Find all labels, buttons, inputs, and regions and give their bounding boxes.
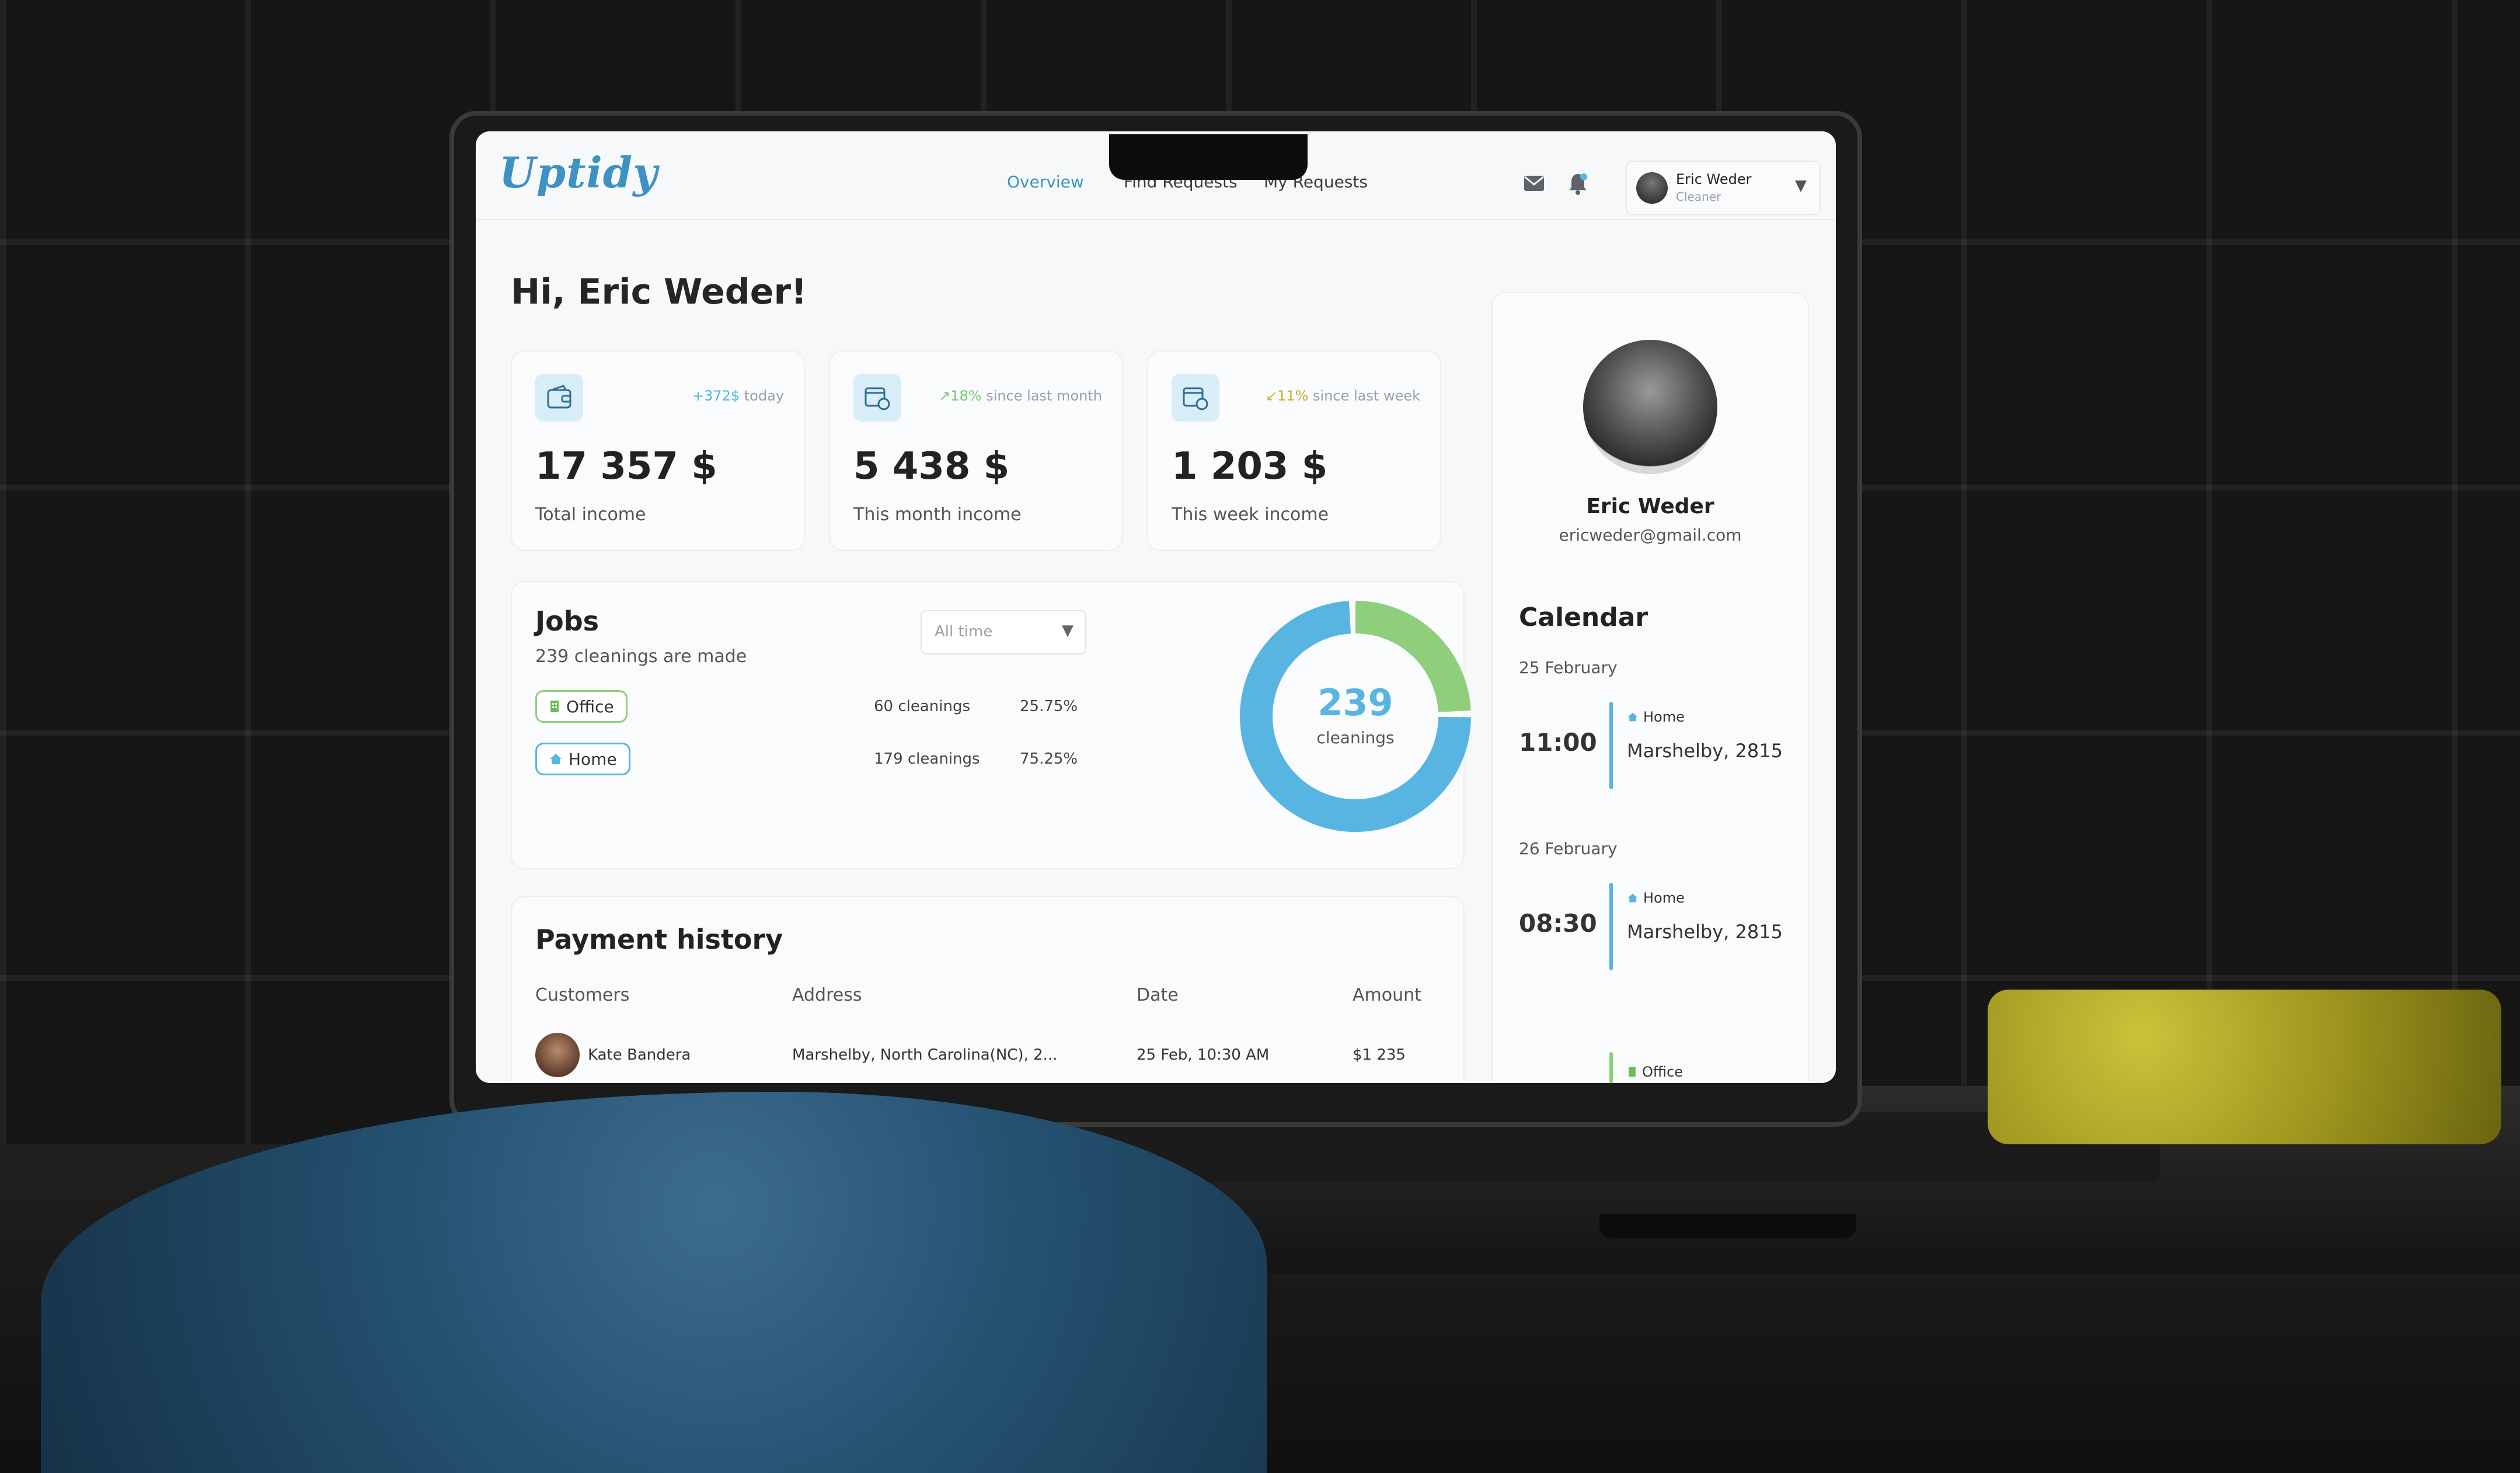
donut-total: 239 — [1317, 681, 1393, 724]
event-indicator — [1609, 883, 1613, 970]
tag-home[interactable]: Home — [535, 743, 630, 775]
payment-history-title: Payment history — [535, 924, 783, 955]
jobs-title: Jobs — [535, 605, 599, 637]
stat-value: 1 203 $ — [1172, 445, 1328, 488]
yellow-sponge — [1988, 990, 2501, 1144]
camera-notch — [1109, 134, 1308, 180]
home-icon — [550, 754, 562, 764]
laptop-foot — [1599, 1214, 1856, 1238]
user-role: Cleaner — [1676, 190, 1721, 204]
event-time: 08:30 — [1519, 909, 1597, 938]
customer-name[interactable]: Kate Bandera — [588, 1046, 691, 1064]
calendar-date: 26 February — [1519, 839, 1618, 858]
customer-avatar — [535, 1033, 580, 1077]
customer-address: Marshelby, North Carolina(NC), 2... — [792, 1046, 1058, 1064]
user-name: Eric Weder — [1676, 171, 1752, 187]
app-logo[interactable]: Uptidy — [499, 148, 658, 197]
time-filter-value: All time — [935, 623, 993, 640]
event-time: 11:00 — [1519, 728, 1597, 757]
home-percent: 75.25% — [1020, 750, 1078, 768]
stat-label: Total income — [535, 504, 646, 525]
profile-email: ericweder@gmail.com — [1559, 525, 1742, 545]
event-type[interactable]: Home — [1627, 890, 1685, 906]
office-percent: 25.75% — [1020, 698, 1078, 715]
stat-delta: ↙11% since last week — [1265, 388, 1420, 404]
stat-value: 17 357 $ — [535, 445, 717, 488]
profile-name: Eric Weder — [1586, 495, 1714, 518]
stat-card-total-income: +372$ today 17 357 $ Total income — [511, 350, 805, 551]
column-header-date[interactable]: Date — [1137, 985, 1179, 1005]
page-greeting: Hi, Eric Weder! — [511, 271, 807, 312]
stat-value: 5 438 $ — [853, 445, 1010, 488]
user-avatar-small — [1636, 172, 1668, 204]
stat-delta: ↗18% since last month — [939, 388, 1102, 404]
calendar-title: Calendar — [1519, 603, 1648, 632]
stat-card-month-income: ↗18% since last month 5 438 $ This month… — [829, 350, 1123, 551]
donut-total-label: cleanings — [1316, 728, 1395, 747]
calendar-date: 25 February — [1519, 658, 1618, 677]
jobs-card: Jobs 239 cleanings are made All time ▼ O… — [511, 581, 1471, 869]
event-place: Marshelby, 2815 — [1627, 921, 1783, 943]
event-type[interactable]: Home — [1627, 709, 1685, 725]
stat-label: This week income — [1172, 504, 1329, 525]
time-filter-select[interactable]: All time ▼ — [921, 610, 1086, 654]
jobs-subtitle: 239 cleanings are made — [535, 646, 747, 667]
event-place: Marshelby, 2815 — [1627, 740, 1783, 762]
wallet-icon — [535, 374, 583, 422]
building-icon — [550, 701, 559, 712]
stat-card-week-income: ↙11% since last week 1 203 $ This week i… — [1147, 350, 1441, 551]
payment-amount: $1 235 — [1353, 1046, 1406, 1064]
profile-panel: Eric Weder ericweder@gmail.com Calendar … — [1491, 292, 1809, 1083]
building-icon — [1629, 1067, 1636, 1077]
chevron-down-icon: ▼ — [1795, 177, 1807, 194]
mail-icon[interactable] — [1524, 175, 1545, 191]
home-count: 179 cleanings — [874, 750, 980, 768]
nav-overview[interactable]: Overview — [1007, 172, 1084, 191]
user-menu[interactable]: Eric Weder Cleaner ▼ — [1626, 161, 1821, 215]
calendar-money-icon — [853, 374, 901, 422]
app-screen: Uptidy Overview Find Requests My Request… — [476, 131, 1836, 1083]
profile-avatar — [1583, 340, 1717, 474]
event-indicator — [1609, 1052, 1613, 1083]
column-header-amount[interactable]: Amount — [1353, 985, 1421, 1005]
stat-delta: +372$ today — [692, 388, 784, 404]
payment-date: 25 Feb, 10:30 AM — [1137, 1046, 1270, 1064]
event-indicator — [1609, 702, 1613, 789]
calendar-week-icon — [1172, 374, 1219, 422]
payment-history-card: Payment history Customers Address Date A… — [511, 896, 1465, 1083]
office-count: 60 cleanings — [874, 698, 971, 715]
stat-label: This month income — [853, 504, 1022, 525]
chevron-down-icon: ▼ — [1062, 622, 1073, 639]
event-type[interactable]: Office — [1627, 1064, 1683, 1080]
home-icon — [1627, 712, 1638, 722]
column-header-customers[interactable]: Customers — [535, 985, 629, 1005]
tag-office[interactable]: Office — [535, 690, 628, 723]
bell-icon[interactable] — [1567, 172, 1588, 196]
column-header-address[interactable]: Address — [792, 985, 862, 1005]
home-icon — [1627, 893, 1638, 903]
